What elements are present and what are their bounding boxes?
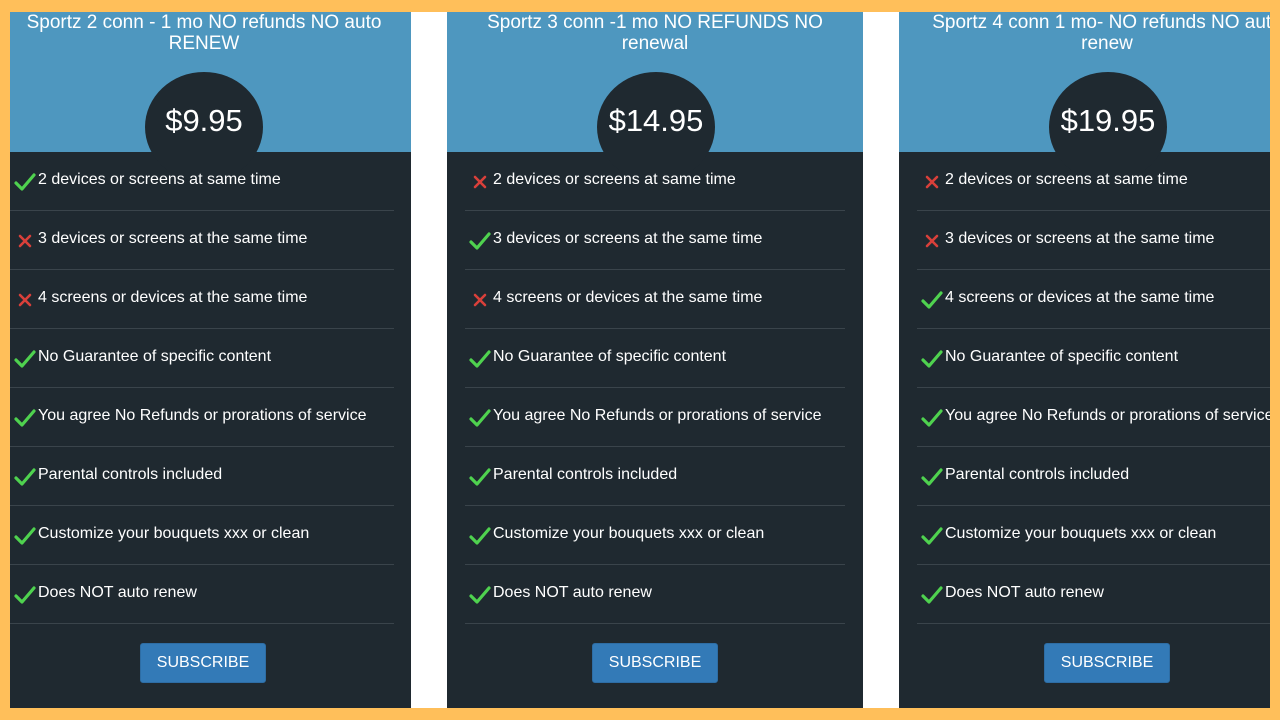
- feature-item: Parental controls included: [465, 447, 845, 506]
- feature-item: Customize your bouquets xxx or clean: [465, 506, 845, 565]
- feature-item: Customize your bouquets xxx or clean: [10, 506, 394, 565]
- feature-label: 4 screens or devices at the same time: [945, 289, 1215, 306]
- plan-price: $9.95: [165, 103, 243, 138]
- cross-icon: [469, 290, 491, 310]
- feature-label: 2 devices or screens at same time: [945, 171, 1188, 188]
- cross-icon: [14, 290, 36, 310]
- feature-list: 2 devices or screens at same time 3 devic…: [10, 152, 394, 624]
- feature-label: 2 devices or screens at same time: [493, 171, 736, 188]
- feature-label: No Guarantee of specific content: [38, 348, 272, 365]
- plan-title: Sportz 3 conn -1 mo NO REFUNDS NO renewa…: [487, 12, 823, 54]
- feature-item: Does NOT auto renew: [10, 565, 394, 624]
- plan-price: $14.95: [608, 103, 704, 138]
- feature-item: 3 devices or screens at the same time: [917, 211, 1270, 270]
- check-icon: [469, 349, 491, 369]
- feature-item: Does NOT auto renew: [917, 565, 1270, 624]
- feature-item: Parental controls included: [917, 447, 1270, 506]
- check-icon: [921, 467, 943, 487]
- cross-icon: [921, 231, 943, 251]
- plan-title: Sportz 4 conn 1 mo- NO refunds NO auto r…: [932, 12, 1270, 54]
- feature-item: 2 devices or screens at same time: [465, 152, 845, 211]
- feature-label: You agree No Refunds or prorations of se…: [945, 407, 1270, 424]
- feature-label: Customize your bouquets xxx or clean: [38, 525, 310, 542]
- feature-label: No Guarantee of specific content: [945, 348, 1179, 365]
- feature-item: You agree No Refunds or prorations of se…: [917, 388, 1270, 447]
- feature-item: You agree No Refunds or prorations of se…: [465, 388, 845, 447]
- pricing-table: Sportz 2 conn - 1 mo NO refunds NO auto …: [10, 12, 1270, 708]
- check-icon: [469, 231, 491, 251]
- plan-title: Sportz 2 conn - 1 mo NO refunds NO auto …: [26, 12, 382, 54]
- feature-label: 2 devices or screens at same time: [38, 171, 281, 188]
- feature-item: 4 screens or devices at the same time: [465, 270, 845, 329]
- check-icon: [14, 467, 36, 487]
- check-icon: [14, 585, 36, 605]
- feature-label: You agree No Refunds or prorations of se…: [493, 407, 822, 424]
- feature-item: 2 devices or screens at same time: [10, 152, 394, 211]
- check-icon: [469, 585, 491, 605]
- feature-label: Parental controls included: [38, 466, 223, 483]
- check-icon: [921, 585, 943, 605]
- plan-price: $19.95: [1060, 103, 1156, 138]
- check-icon: [921, 349, 943, 369]
- feature-item: 2 devices or screens at same time: [917, 152, 1270, 211]
- feature-item: Customize your bouquets xxx or clean: [917, 506, 1270, 565]
- feature-label: Customize your bouquets xxx or clean: [493, 525, 765, 542]
- feature-label: 3 devices or screens at the same time: [38, 230, 308, 247]
- feature-item: No Guarantee of specific content: [917, 329, 1270, 388]
- cross-icon: [921, 172, 943, 192]
- feature-item: 3 devices or screens at the same time: [10, 211, 394, 270]
- feature-label: Customize your bouquets xxx or clean: [945, 525, 1217, 542]
- cross-icon: [14, 231, 36, 251]
- subscribe-button[interactable]: SUBSCRIBE: [140, 643, 266, 683]
- feature-label: Parental controls included: [493, 466, 678, 483]
- feature-list: 2 devices or screens at same time 3 devic…: [465, 152, 845, 624]
- feature-item: No Guarantee of specific content: [465, 329, 845, 388]
- check-icon: [14, 349, 36, 369]
- plan-card: Sportz 4 conn 1 mo- NO refunds NO auto r…: [899, 12, 1270, 708]
- feature-label: 3 devices or screens at the same time: [945, 230, 1215, 247]
- feature-list: 2 devices or screens at same time 3 devic…: [917, 152, 1270, 624]
- feature-item: 4 screens or devices at the same time: [917, 270, 1270, 329]
- feature-item: 4 screens or devices at the same time: [10, 270, 394, 329]
- feature-label: Parental controls included: [945, 466, 1130, 483]
- feature-item: Parental controls included: [10, 447, 394, 506]
- feature-item: You agree No Refunds or prorations of se…: [10, 388, 394, 447]
- feature-item: Does NOT auto renew: [465, 565, 845, 624]
- check-icon: [14, 172, 36, 192]
- subscribe-button[interactable]: SUBSCRIBE: [1044, 643, 1170, 683]
- feature-label: Does NOT auto renew: [493, 584, 652, 601]
- feature-label: 3 devices or screens at the same time: [493, 230, 763, 247]
- cross-icon: [469, 172, 491, 192]
- feature-label: Does NOT auto renew: [38, 584, 197, 601]
- check-icon: [469, 526, 491, 546]
- feature-label: Does NOT auto renew: [945, 584, 1104, 601]
- check-icon: [469, 408, 491, 428]
- feature-item: 3 devices or screens at the same time: [465, 211, 845, 270]
- feature-label: 4 screens or devices at the same time: [38, 289, 308, 306]
- plan-card: Sportz 2 conn - 1 mo NO refunds NO auto …: [10, 12, 411, 708]
- check-icon: [921, 526, 943, 546]
- check-icon: [14, 526, 36, 546]
- check-icon: [14, 408, 36, 428]
- check-icon: [469, 467, 491, 487]
- check-icon: [921, 290, 943, 310]
- feature-label: You agree No Refunds or prorations of se…: [38, 407, 367, 424]
- subscribe-button[interactable]: SUBSCRIBE: [592, 643, 718, 683]
- feature-label: 4 screens or devices at the same time: [493, 289, 763, 306]
- check-icon: [921, 408, 943, 428]
- plan-card: Sportz 3 conn -1 mo NO REFUNDS NO renewa…: [447, 12, 863, 708]
- feature-item: No Guarantee of specific content: [10, 329, 394, 388]
- feature-label: No Guarantee of specific content: [493, 348, 727, 365]
